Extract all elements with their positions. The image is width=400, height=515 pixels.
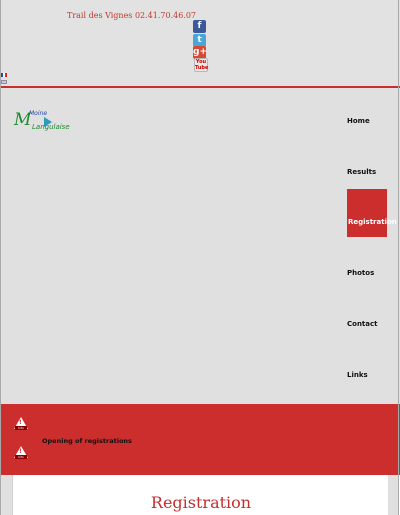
main-banner: M Moine Langulaise [0, 88, 400, 404]
content-side-left [0, 475, 12, 515]
page: Trail des Vignes 02.41.70.46.07 f t g+ Y… [0, 0, 400, 515]
content-panel: Registration [12, 475, 390, 515]
nav-item-home[interactable]: Home [347, 117, 370, 125]
alert-tag: Info [15, 455, 27, 459]
announcement-text[interactable]: Opening of registrations [42, 437, 132, 445]
nav-item-contact[interactable]: Contact [347, 320, 378, 328]
page-edge-left [0, 0, 1, 515]
logo-line2: Langulaise [32, 123, 70, 131]
alert-tag: Info [15, 426, 27, 430]
fr-flag-icon[interactable] [1, 73, 7, 77]
logo-line1: Moine [29, 110, 48, 117]
facebook-icon[interactable]: f [193, 20, 206, 33]
site-logo[interactable]: M Moine Langulaise [14, 110, 70, 136]
nav-item-results[interactable]: Results [347, 168, 376, 176]
alert-icon: ! Info [14, 446, 28, 459]
nav-item-links[interactable]: Links [347, 371, 368, 379]
nav-item-photos[interactable]: Photos [347, 269, 374, 277]
youtube-icon[interactable]: You Tube [194, 58, 208, 72]
header-phone-text: Trail des Vignes 02.41.70.46.07 [67, 11, 197, 20]
page-title: Registration [150, 493, 252, 512]
nav-active-arrow [347, 227, 387, 237]
en-flag-icon[interactable] [1, 80, 7, 84]
nav-item-registration-label: Registration [348, 218, 397, 226]
page-edge-right [398, 0, 399, 515]
alert-icon: ! Info [14, 417, 28, 430]
